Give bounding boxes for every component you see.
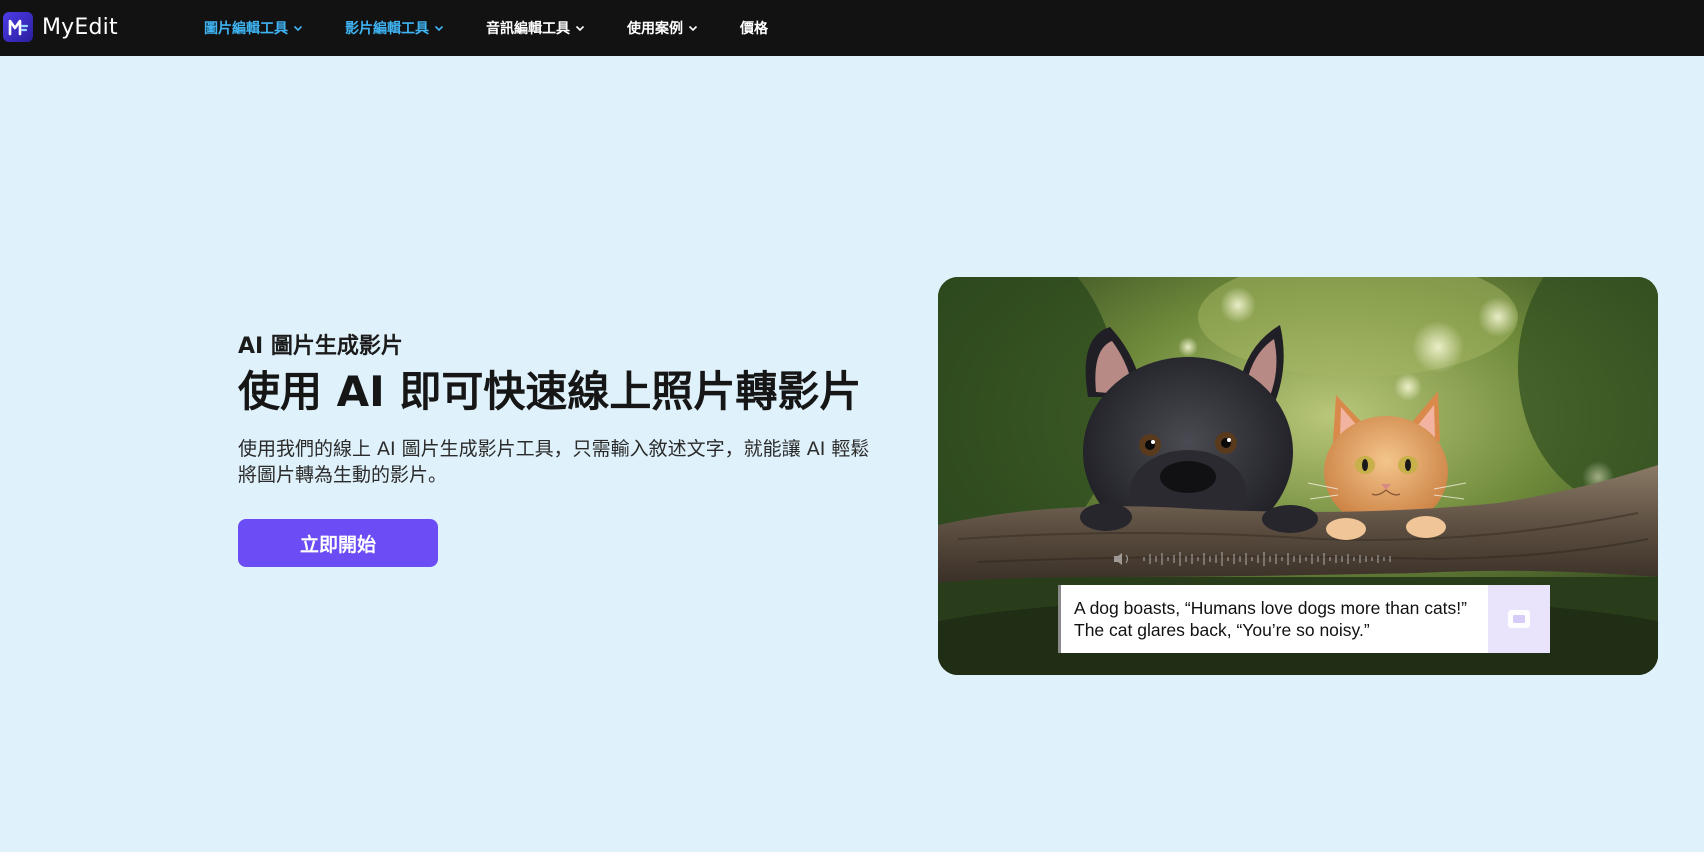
nav-item-audio-tools[interactable]: 音訊編輯工具 [486,18,585,38]
hero-video-preview[interactable]: A dog boasts, “Humans love dogs more tha… [938,277,1658,675]
chevron-down-icon [575,25,585,32]
chevron-down-icon [434,25,444,32]
nav-item-video-tools[interactable]: 影片編輯工具 [345,18,444,38]
top-nav-bar: MyEdit 圖片編輯工具 影片編輯工具 音訊編輯工具 使用案例 價格 [0,0,1704,56]
chevron-down-icon [293,25,303,32]
hero-text-block: AI 圖片生成影片 使用 AI 即可快速線上照片轉影片 使用我們的線上 AI 圖… [238,330,888,567]
nav-item-pricing[interactable]: 價格 [740,18,768,38]
nav-item-label: 影片編輯工具 [345,21,429,37]
chevron-down-icon [688,25,698,32]
hero-headline: 使用 AI 即可快速線上照片轉影片 [238,367,862,416]
hero-description: 使用我們的線上 AI 圖片生成影片工具，只需輸入敘述文字，就能讓 AI 輕鬆將圖… [238,438,870,486]
nav-item-label: 圖片編輯工具 [204,21,288,37]
nav-item-use-cases[interactable]: 使用案例 [627,18,698,38]
caption-card: A dog boasts, “Humans love dogs more tha… [1058,585,1550,653]
waveform-icon [1114,552,1391,566]
nav-item-label: 音訊編輯工具 [486,21,570,37]
nav-item-image-tools[interactable]: 圖片編輯工具 [204,18,303,38]
caption-line: A dog boasts, “Humans love dogs more tha… [1074,598,1467,618]
main-nav: 圖片編輯工具 影片編輯工具 音訊編輯工具 使用案例 價格 [204,0,810,56]
badge-icon [1488,585,1550,653]
nav-item-label: 使用案例 [627,21,683,37]
hero-eyebrow: AI 圖片生成影片 [238,334,403,359]
brand-logo[interactable]: MyEdit [3,12,118,42]
caption-line: The cat glares back, “You’re so noisy.” [1074,620,1370,640]
caption-text: A dog boasts, “Humans love dogs more tha… [1061,597,1481,641]
start-now-button[interactable]: 立即開始 [238,519,438,567]
brand-name: MyEdit [42,14,118,40]
myedit-logo-icon [3,12,33,42]
nav-item-label: 價格 [740,21,768,37]
